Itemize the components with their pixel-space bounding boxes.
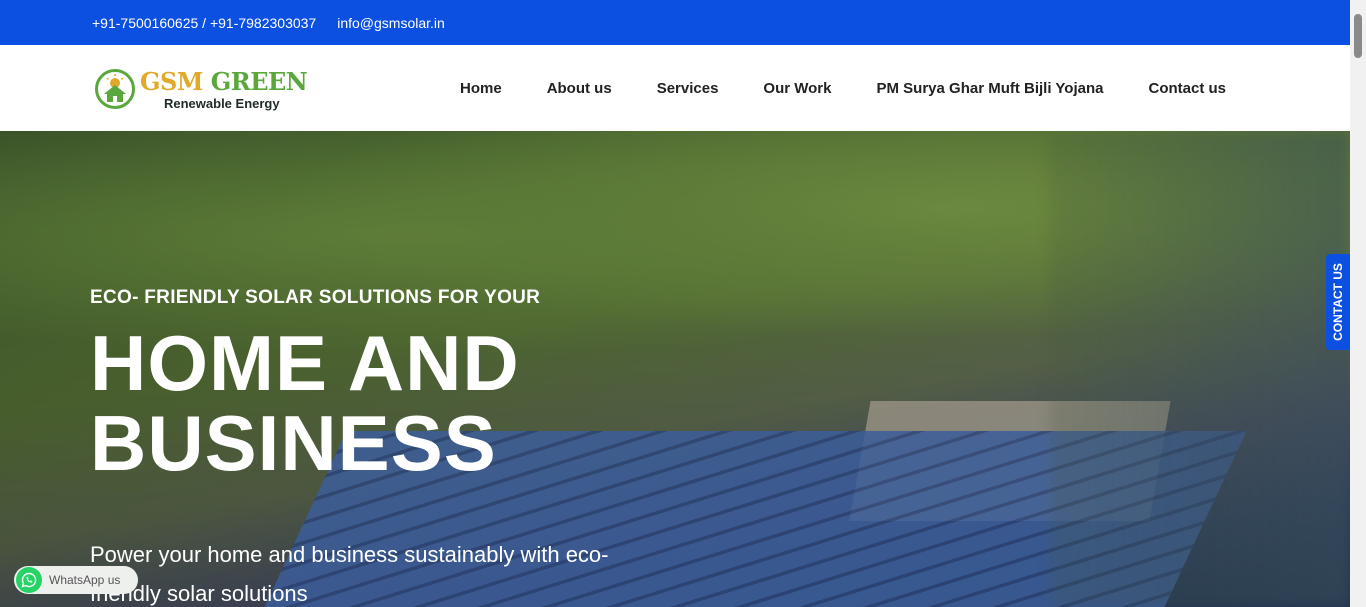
scrollbar-thumb[interactable] bbox=[1354, 14, 1362, 58]
hero-title: HOME AND BUSINESS bbox=[90, 319, 520, 487]
nav-about-us[interactable]: About us bbox=[547, 80, 612, 97]
hero-section: ECO- FRIENDLY SOLAR SOLUTIONS FOR YOUR H… bbox=[0, 131, 1350, 607]
page-scrollbar[interactable] bbox=[1350, 0, 1366, 607]
site-logo[interactable]: GSM GREEN Renewable Energy bbox=[95, 67, 335, 113]
hero-eyebrow: ECO- FRIENDLY SOLAR SOLUTIONS FOR YOUR bbox=[90, 287, 541, 308]
contact-us-side-tab[interactable]: CONTACT US bbox=[1326, 254, 1350, 350]
main-navbar: GSM GREEN Renewable Energy Home About us… bbox=[0, 45, 1350, 131]
nav-our-work[interactable]: Our Work bbox=[763, 80, 831, 97]
contact-tab-label: CONTACT US bbox=[1331, 263, 1345, 341]
whatsapp-label: WhatsApp us bbox=[49, 573, 121, 587]
nav-contact-us[interactable]: Contact us bbox=[1149, 80, 1227, 97]
hero-background-blur bbox=[1050, 131, 1350, 607]
hero-description: Power your home and business sustainably… bbox=[90, 542, 609, 606]
whatsapp-icon bbox=[16, 567, 42, 593]
nav-menu: Home About us Services Our Work PM Surya… bbox=[460, 45, 1226, 131]
top-contact-bar: +91-7500160625 / +91-7982303037 info@gsm… bbox=[0, 0, 1350, 45]
nav-home[interactable]: Home bbox=[460, 80, 502, 97]
nav-pm-surya-ghar[interactable]: PM Surya Ghar Muft Bijli Yojana bbox=[877, 80, 1104, 97]
logo-title: GSM GREEN bbox=[140, 67, 308, 96]
nav-services[interactable]: Services bbox=[657, 80, 719, 97]
whatsapp-button[interactable]: WhatsApp us bbox=[14, 566, 138, 594]
solar-house-icon bbox=[95, 69, 135, 109]
email-link[interactable]: info@gsmsolar.in bbox=[337, 15, 445, 31]
logo-subtitle: Renewable Energy bbox=[164, 96, 280, 111]
phone-numbers[interactable]: +91-7500160625 / +91-7982303037 bbox=[92, 15, 316, 31]
